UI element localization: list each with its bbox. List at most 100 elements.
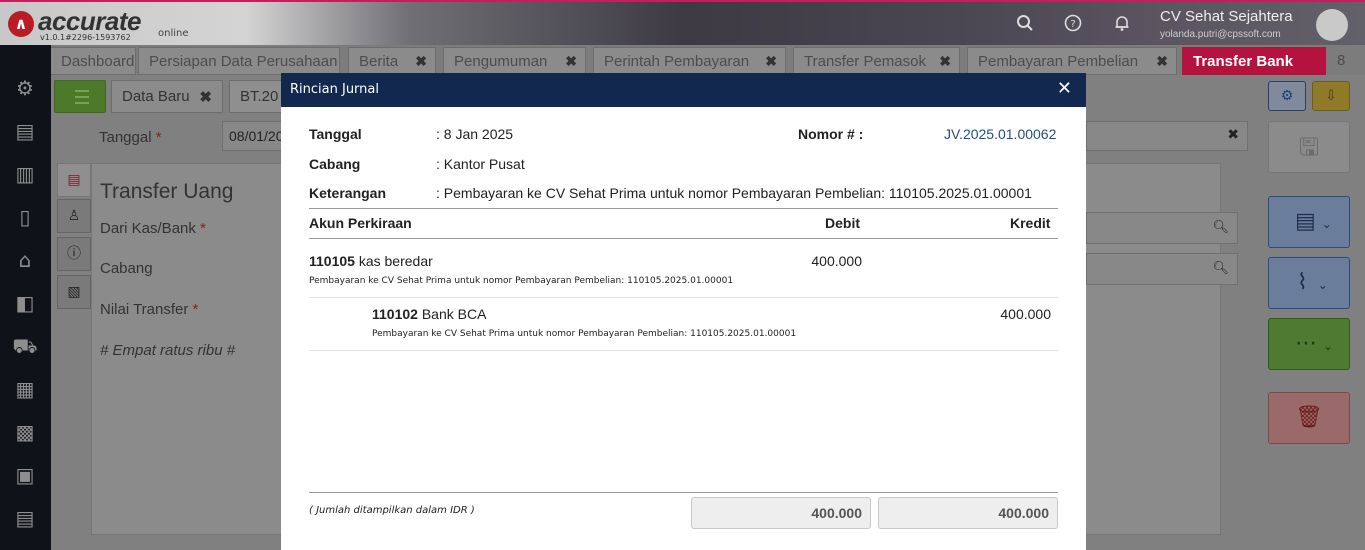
- search-icon[interactable]: 🔍︎: [1212, 261, 1229, 276]
- dari-kas-input[interactable]: 🔍︎: [1086, 212, 1238, 244]
- divider: [309, 238, 1058, 239]
- cabang-input[interactable]: 🔍︎: [1086, 253, 1238, 285]
- total-kredit: 400.000: [878, 497, 1058, 529]
- chevron-down-icon: ⌄: [1323, 339, 1334, 353]
- tab-label: Pengumuman: [454, 53, 548, 70]
- cash-register-icon[interactable]: ▤: [12, 118, 38, 144]
- tab-transfer-pemasok[interactable]: Transfer Pemasok ✖: [793, 47, 960, 75]
- building-icon[interactable]: ▥: [12, 161, 38, 187]
- tab-overflow[interactable]: 8: [1329, 47, 1365, 75]
- close-icon[interactable]: ✖: [765, 53, 777, 70]
- list-view-button[interactable]: [54, 80, 106, 113]
- journal-number-link[interactable]: JV.2025.01.00062: [944, 126, 1056, 142]
- bank-icon[interactable]: ⌂: [12, 247, 38, 273]
- tab-transfer-bank[interactable]: Transfer Bank: [1182, 47, 1326, 75]
- subtab-data-baru[interactable]: Data Baru ✖: [111, 80, 223, 113]
- delete-button[interactable]: 🗑︎: [1268, 392, 1350, 444]
- label-text: Nilai Transfer: [100, 301, 189, 318]
- search-icon[interactable]: [1015, 14, 1035, 34]
- close-icon[interactable]: ✖: [1156, 53, 1168, 70]
- book-icon[interactable]: ▯: [12, 204, 38, 230]
- column-header-debit: Debit: [825, 215, 860, 231]
- account-code: 110105: [309, 253, 355, 269]
- close-icon[interactable]: ✖: [565, 53, 577, 70]
- app-header: ∧ accurate online v1.0.1#2296-1593762 ? …: [0, 0, 1365, 45]
- form-tab-user-icon[interactable]: ♙: [57, 199, 91, 233]
- tab-perintah-pembayaran[interactable]: Perintah Pembayaran ✖: [593, 47, 786, 75]
- cart-icon[interactable]: ⛟: [12, 333, 38, 359]
- label-text: Tanggal: [99, 129, 152, 146]
- logo-online-text: online: [158, 28, 189, 39]
- nilai-transfer-label: Nilai Transfer *: [100, 301, 198, 318]
- cabang-label: Cabang: [100, 260, 153, 277]
- cabang-label: Cabang: [309, 156, 361, 172]
- trash-icon: 🗑︎: [1295, 405, 1323, 430]
- tab-persiapan-data[interactable]: Persiapan Data Perusahaan: [138, 47, 340, 75]
- report-icon[interactable]: ▣: [12, 462, 38, 488]
- nomor-input[interactable]: ✖: [1086, 121, 1248, 151]
- delivery-icon[interactable]: ▦: [12, 376, 38, 402]
- close-icon[interactable]: ✖: [415, 53, 427, 70]
- journal-row-kredit: 400.000: [1000, 306, 1051, 322]
- close-icon[interactable]: ✕: [1057, 78, 1072, 99]
- journal-row-description: Pembayaran ke CV Sehat Prima untuk nomor…: [372, 329, 797, 339]
- divider: [309, 208, 1058, 209]
- keterangan-value: : Pembayaran ke CV Sehat Prima untuk nom…: [436, 185, 1032, 201]
- keterangan-label: Keterangan: [309, 185, 387, 201]
- form-tab-detail-icon[interactable]: ▤: [57, 163, 91, 197]
- tab-label: Transfer Pemasok: [804, 53, 926, 70]
- more-actions-button[interactable]: ⋯ ⌄: [1268, 318, 1350, 370]
- tab-label: Berita: [359, 53, 399, 70]
- clear-icon[interactable]: ✖: [1227, 127, 1239, 143]
- account-code: 110102: [372, 306, 418, 322]
- journal-row-description: Pembayaran ke CV Sehat Prima untuk nomor…: [309, 276, 734, 286]
- tab-label: Pembayaran Pembelian: [978, 53, 1139, 70]
- subtab-label: Data Baru: [122, 88, 190, 105]
- tab-bar: Dashboard Persiapan Data Perusahaan Beri…: [51, 45, 1365, 75]
- print-button[interactable]: ▤ ⌄: [1268, 196, 1350, 248]
- tab-dashboard[interactable]: Dashboard: [51, 47, 136, 75]
- tax-icon[interactable]: ▤: [12, 505, 38, 531]
- form-title: Transfer Uang: [100, 180, 234, 203]
- tab-pengumuman[interactable]: Pengumuman ✖: [443, 47, 586, 75]
- journal-row-account: 110102 Bank BCA: [372, 306, 486, 322]
- subtab-record[interactable]: BT.20: [229, 80, 285, 113]
- modal-header: Rincian Jurnal ✕: [281, 73, 1086, 107]
- bell-icon[interactable]: [1112, 14, 1132, 34]
- company-name[interactable]: CV Sehat Sejahtera: [1160, 8, 1293, 25]
- column-header-akun: Akun Perkiraan: [309, 215, 412, 231]
- journal-row-account: 110105 kas beredar: [309, 253, 433, 269]
- dari-kas-label: Dari Kas/Bank *: [100, 220, 206, 237]
- gear-icon: ⚙: [1280, 88, 1294, 104]
- close-icon[interactable]: ✖: [199, 88, 212, 106]
- form-tab-info-icon[interactable]: ⓘ: [57, 237, 91, 271]
- close-icon[interactable]: ✖: [939, 53, 951, 70]
- tab-pembayaran-pembelian[interactable]: Pembayaran Pembelian ✖: [967, 47, 1177, 75]
- sidebar: ⚙ ▤ ▥ ▯ ⌂ ◧ ⛟ ▦ ▩ ▣ ▤: [0, 45, 51, 550]
- more-icon: ⋯: [1295, 331, 1317, 356]
- row-divider: [309, 350, 1058, 351]
- export-button[interactable]: ⇩: [1312, 81, 1350, 111]
- form-tab-attachment-icon[interactable]: ▧: [57, 275, 91, 309]
- tanggal-value: : 8 Jan 2025: [436, 126, 514, 142]
- help-icon[interactable]: ?: [1063, 14, 1083, 34]
- paperclip-icon: ⌇: [1297, 270, 1308, 295]
- chevron-down-icon: ⌄: [1321, 217, 1332, 231]
- tab-berita[interactable]: Berita ✖: [348, 47, 436, 75]
- document-icon: ▤: [1295, 209, 1316, 234]
- user-email: yolanda.putri@cpssoft.com: [1160, 29, 1281, 40]
- settings-button[interactable]: ⚙: [1268, 81, 1306, 111]
- divider: [309, 492, 1058, 493]
- gear-icon[interactable]: ⚙: [12, 75, 38, 101]
- save-button[interactable]: 🖫: [1268, 121, 1350, 173]
- tanggal-input[interactable]: 08/01/20: [222, 121, 284, 151]
- nomor-label: Nomor # :: [798, 126, 864, 142]
- avatar[interactable]: [1316, 9, 1348, 41]
- save-icon: 🖫: [1298, 133, 1320, 161]
- chevron-down-icon: ⌄: [1317, 278, 1328, 292]
- bag-icon[interactable]: ◧: [12, 290, 38, 316]
- factory-icon[interactable]: ▩: [12, 419, 38, 445]
- modal-title: Rincian Jurnal: [290, 82, 379, 97]
- attachment-button[interactable]: ⌇ ⌄: [1268, 257, 1350, 309]
- search-icon[interactable]: 🔍︎: [1212, 220, 1229, 235]
